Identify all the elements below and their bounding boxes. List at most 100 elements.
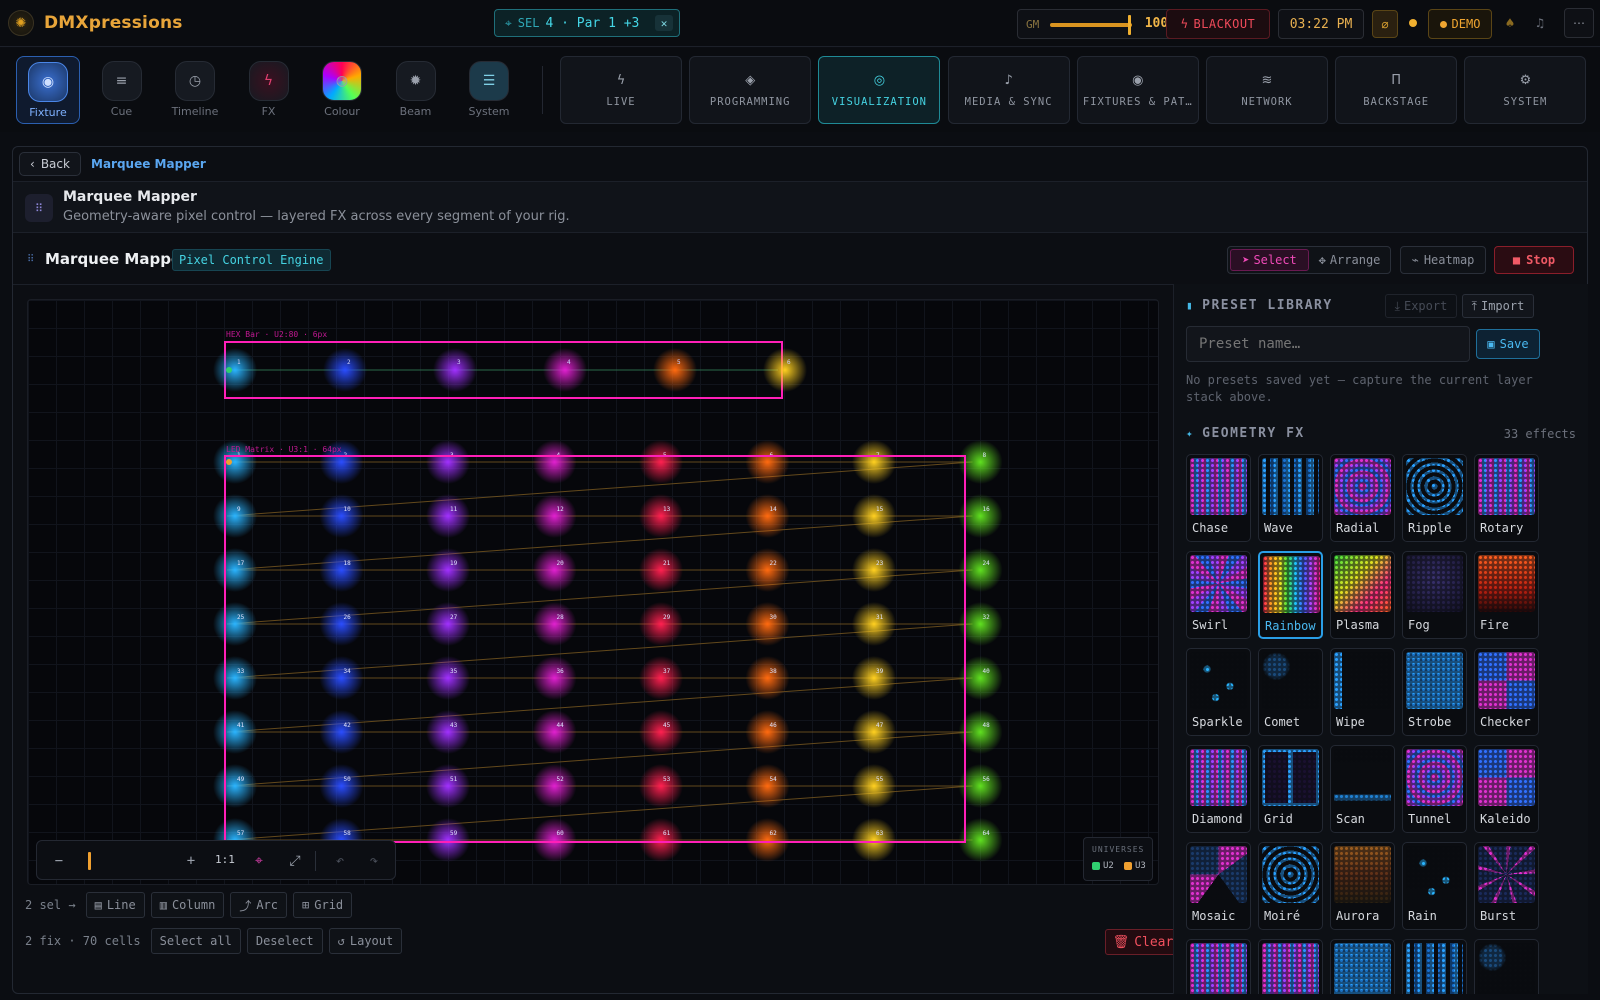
bell-icon[interactable]: ♫	[1530, 13, 1550, 33]
tool-system[interactable]: ☰ System	[457, 56, 521, 124]
pixel-index: 14	[770, 506, 778, 513]
fx-card-comet[interactable]: Comet	[1258, 648, 1323, 736]
zoom-out-icon[interactable]: −	[49, 851, 69, 871]
fx-card-radial[interactable]: Radial	[1330, 454, 1395, 542]
undo-icon[interactable]: ↶	[330, 851, 350, 871]
fx-card-diamond[interactable]: Diamond	[1186, 745, 1251, 833]
zoom-level[interactable]: 1:1	[215, 853, 235, 866]
arrange-column-button[interactable]: ▥ Column	[150, 892, 225, 918]
bolt-icon: ϟ	[248, 61, 289, 101]
fx-card-checker[interactable]: Checker	[1474, 648, 1539, 736]
fx-card-swirl[interactable]: Swirl	[1186, 551, 1251, 639]
grand-master[interactable]: GM 100%	[1017, 9, 1183, 39]
heatmap-button[interactable]: ⌁ Heatmap	[1400, 246, 1486, 274]
clear-selection-icon[interactable]: ✕	[655, 15, 673, 31]
fx-name: Chase	[1192, 521, 1229, 535]
fx-card-aurora[interactable]: Aurora	[1330, 842, 1395, 930]
select-mode-button[interactable]: ➤ Select	[1230, 249, 1309, 271]
crosshair-icon[interactable]: ⌖	[249, 851, 269, 871]
nav-media-sync[interactable]: ♪ MEDIA & SYNC	[947, 56, 1070, 124]
fx-card-scan[interactable]: Scan	[1330, 745, 1395, 833]
fx-card-rainbow[interactable]: Rainbow	[1258, 551, 1323, 639]
breadcrumb-current[interactable]: Marquee Mapper	[91, 157, 206, 171]
nav-programming[interactable]: ◈ PROGRAMMING	[689, 56, 812, 124]
tool-colour[interactable]: ◍ Colour	[310, 56, 374, 124]
pixel-cell	[532, 818, 577, 862]
select-all-button[interactable]: Select all	[150, 928, 241, 954]
fx-card[interactable]	[1474, 939, 1539, 994]
fx-card-rain[interactable]: Rain	[1402, 842, 1467, 930]
more-menu-icon[interactable]: ⋯	[1564, 8, 1594, 38]
nav-label: BACKSTAGE	[1363, 95, 1430, 108]
zoom-in-icon[interactable]: +	[181, 851, 201, 871]
fx-card-moir[interactable]: Moiré	[1258, 842, 1323, 930]
fx-dot-overlay	[1478, 943, 1535, 994]
fx-card-strobe[interactable]: Strobe	[1402, 648, 1467, 736]
fx-card[interactable]	[1186, 939, 1251, 994]
fx-card-kaleido[interactable]: Kaleido	[1474, 745, 1539, 833]
back-button[interactable]: ‹ Back	[19, 152, 81, 176]
fx-card-sparkle[interactable]: Sparkle	[1186, 648, 1251, 736]
fx-card-ripple[interactable]: Ripple	[1402, 454, 1467, 542]
tool-cue[interactable]: ≡ Cue	[90, 56, 154, 124]
fx-card-rotary[interactable]: Rotary	[1474, 454, 1539, 542]
import-button[interactable]: ⤒ Import	[1462, 294, 1534, 318]
fx-card-burst[interactable]: Burst	[1474, 842, 1539, 930]
fx-card-tunnel[interactable]: Tunnel	[1402, 745, 1467, 833]
pixel-index: 63	[876, 830, 884, 837]
demo-badge[interactable]: DEMO	[1428, 9, 1492, 39]
fx-card[interactable]	[1258, 939, 1323, 994]
tool-label: FX	[261, 105, 276, 118]
stop-label: Stop	[1526, 253, 1556, 267]
stop-button[interactable]: ■ Stop	[1494, 246, 1574, 274]
fx-card-mosaic[interactable]: Mosaic	[1186, 842, 1251, 930]
arrange-arc-button[interactable]: ⤴ Arc	[230, 892, 288, 918]
blackout-button[interactable]: ϟ BLACKOUT	[1166, 9, 1270, 39]
fx-card-wipe[interactable]: Wipe	[1330, 648, 1395, 736]
arrange-line-label: Line	[106, 898, 136, 912]
clear-button[interactable]: 🗑 Clear	[1105, 929, 1181, 955]
fx-card-fog[interactable]: Fog	[1402, 551, 1467, 639]
tool-fx[interactable]: ϟ FX	[237, 56, 301, 124]
fx-card-wave[interactable]: Wave	[1258, 454, 1323, 542]
redo-icon[interactable]: ↷	[364, 851, 384, 871]
heatmap-label: Heatmap	[1423, 253, 1475, 267]
arrange-line-button[interactable]: ▤ Line	[85, 892, 145, 918]
pixel-cell	[745, 494, 790, 538]
pixel-map[interactable]: HEX Bar · U2:80 · 6px1 2 3 4 5 61 2 3 4 5 6 7 89 10 11…	[28, 300, 1159, 885]
nav-visualization[interactable]: ◎ VISUALIZATION	[818, 56, 941, 124]
fx-card-plasma[interactable]: Plasma	[1330, 551, 1395, 639]
fx-card-grid[interactable]: Grid	[1258, 745, 1323, 833]
nav-fixtures-pat[interactable]: ◉ FIXTURES & PAT…	[1076, 56, 1199, 124]
arrange-mode-button[interactable]: ✥ Arrange	[1311, 249, 1388, 271]
wireless-off-icon[interactable]: ⌀	[1372, 10, 1398, 38]
tool-timeline[interactable]: ◷ Timeline	[163, 56, 227, 124]
selection-pill[interactable]: ⌖ SEL 4 · Par 1 +3 ✕	[494, 9, 680, 37]
fx-card[interactable]	[1402, 939, 1467, 994]
nav-system[interactable]: ⚙ SYSTEM	[1464, 56, 1587, 124]
save-preset-button[interactable]: ▣ Save	[1476, 329, 1540, 359]
zoom-slider[interactable]	[88, 852, 91, 870]
fx-card-fire[interactable]: Fire	[1474, 551, 1539, 639]
grand-master-handle[interactable]	[1128, 15, 1131, 35]
fx-name: Fire	[1480, 618, 1509, 632]
drag-handle-icon[interactable]: ⠿	[27, 254, 34, 265]
preset-name-input[interactable]	[1186, 326, 1470, 362]
pixel-index: 27	[450, 614, 458, 621]
nav-backstage[interactable]: Π BACKSTAGE	[1335, 56, 1458, 124]
export-button[interactable]: ⤓ Export	[1385, 294, 1457, 318]
deselect-button[interactable]: Deselect	[246, 928, 323, 954]
fx-card-chase[interactable]: Chase	[1186, 454, 1251, 542]
arrange-grid-button[interactable]: ⊞ Grid	[293, 892, 353, 918]
tool-fixture[interactable]: ◉ Fixture	[16, 56, 80, 124]
expand-icon[interactable]: ⤢	[285, 851, 305, 871]
nav-live[interactable]: ϟ LIVE	[560, 56, 682, 124]
nav-network[interactable]: ≋ NETWORK	[1206, 56, 1328, 124]
grand-master-track[interactable]	[1050, 23, 1132, 27]
pixel-canvas[interactable]: HEX Bar · U2:80 · 6px 1 2 3 4 5 6 1 2 3 4 5 6 7 8 9 10 11…	[27, 299, 1159, 885]
tool-beam[interactable]: ✹ Beam	[384, 56, 448, 124]
layout-button[interactable]: ↺ Layout	[328, 928, 403, 954]
fx-name: Fog	[1408, 618, 1430, 632]
ghost-icon[interactable]: ♠	[1500, 13, 1520, 33]
fx-card[interactable]	[1330, 939, 1395, 994]
